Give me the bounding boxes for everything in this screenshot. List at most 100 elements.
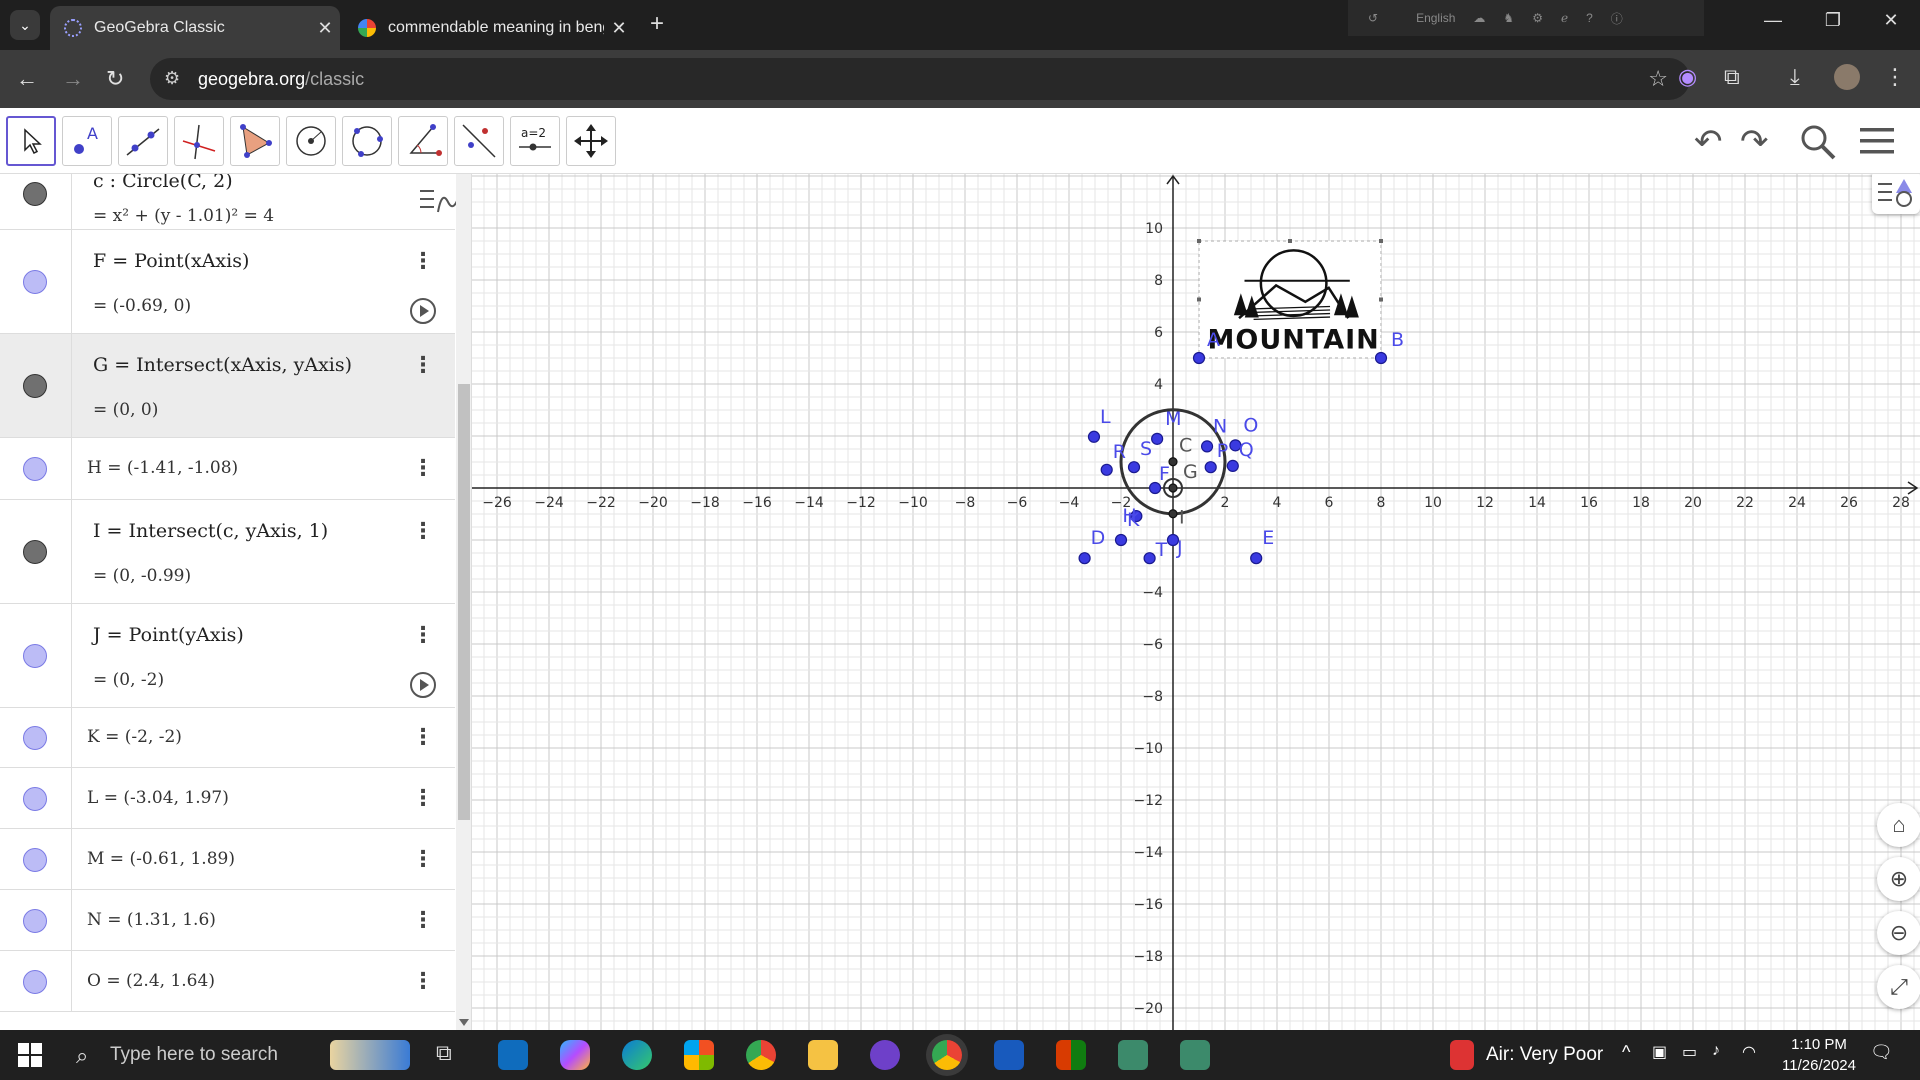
- point-f[interactable]: F: [1148, 463, 1170, 495]
- algebra-row[interactable]: c : Circle(C, 2) = x² + (y - 1.01)² = 4: [0, 174, 455, 230]
- perpendicular-line-tool-button[interactable]: [174, 116, 224, 166]
- home-standard-view-icon[interactable]: ⌂: [1877, 803, 1920, 847]
- more-options-icon[interactable]: ⋮: [412, 846, 434, 872]
- play-animation-icon[interactable]: [410, 298, 436, 324]
- tab-search-chevron-icon[interactable]: ⌄: [10, 10, 40, 40]
- office-app-icon[interactable]: [1056, 1040, 1086, 1070]
- more-options-icon[interactable]: ⋮: [412, 455, 434, 481]
- outlook-app-icon[interactable]: [498, 1040, 528, 1070]
- slider-tool-button[interactable]: a=2: [510, 116, 560, 166]
- download-icon[interactable]: ⤓: [1790, 64, 1800, 90]
- more-options-icon[interactable]: ⋮: [412, 518, 434, 544]
- volume-icon[interactable]: ♪: [1712, 1042, 1720, 1060]
- new-tab-icon[interactable]: +: [650, 10, 664, 38]
- point-i[interactable]: I: [1168, 507, 1185, 529]
- mountain-logo-image[interactable]: MOUNTAIN: [1197, 239, 1383, 359]
- notifications-icon[interactable]: 🗨: [1870, 1042, 1893, 1063]
- line-tool-button[interactable]: [118, 116, 168, 166]
- fullscreen-icon[interactable]: ⤢: [1877, 965, 1920, 1009]
- word-app-icon[interactable]: [994, 1040, 1024, 1070]
- algebra-value[interactable]: N = (1.31, 1.6): [87, 910, 216, 930]
- meet-now-icon[interactable]: ▣: [1652, 1042, 1667, 1062]
- circle-center-point-tool-button[interactable]: [286, 116, 336, 166]
- more-options-icon[interactable]: ⋮: [412, 248, 434, 274]
- visibility-marble-icon[interactable]: [23, 726, 47, 750]
- chrome-active-app-icon[interactable]: [932, 1040, 962, 1070]
- coordinate-plane[interactable]: −26 −24 −22 −20 −18 −16 −14 −12 −10 −8 −6 −4 −2 2 4 6 8 1…: [472, 174, 1920, 1030]
- redo-icon[interactable]: ↷: [1740, 122, 1769, 162]
- url-bar[interactable]: ⚙ geogebra.org/classic ☆: [150, 58, 1690, 100]
- site-settings-icon[interactable]: ⚙: [164, 68, 180, 89]
- reload-icon[interactable]: ↻: [106, 66, 124, 92]
- browser-menu-icon[interactable]: ⋮: [1884, 64, 1906, 90]
- graphics-view[interactable]: −26 −24 −22 −20 −18 −16 −14 −12 −10 −8 −6 −4 −2 2 4 6 8 1…: [472, 174, 1920, 1030]
- visibility-marble-icon[interactable]: [23, 644, 47, 668]
- graphics-style-bar-icon[interactable]: [1872, 174, 1920, 214]
- forward-arrow-icon[interactable]: →: [62, 66, 84, 92]
- visibility-marble-icon[interactable]: [23, 969, 47, 994]
- close-window-icon[interactable]: ✕: [1866, 10, 1916, 31]
- gear-icon[interactable]: ⚙: [1532, 11, 1543, 25]
- chrome-app-icon[interactable]: [746, 1040, 776, 1070]
- visibility-marble-icon[interactable]: [23, 457, 47, 481]
- algebra-scrollbar[interactable]: [456, 174, 471, 1030]
- algebra-row[interactable]: H = (-1.41, -1.08) ⋮: [0, 438, 455, 500]
- cloud-icon[interactable]: ☁: [1473, 11, 1485, 25]
- visibility-marble-icon[interactable]: [23, 847, 47, 872]
- algebra-definition[interactable]: G = Intersect(xAxis, yAxis): [93, 354, 352, 376]
- visibility-marble-icon[interactable]: [23, 270, 47, 294]
- more-options-icon[interactable]: ⋮: [412, 622, 434, 648]
- info-icon[interactable]: ⓘ: [1611, 10, 1623, 27]
- tab-geogebra[interactable]: GeoGebra Classic ✕: [50, 6, 340, 50]
- algebra-value[interactable]: H = (-1.41, -1.08): [87, 458, 238, 478]
- visibility-marble-icon[interactable]: [23, 908, 47, 933]
- algebra-value[interactable]: L = (-3.04, 1.97): [87, 788, 229, 808]
- air-quality-icon[interactable]: [1450, 1040, 1474, 1070]
- tray-chevron-up-icon[interactable]: ^: [1622, 1042, 1630, 1063]
- translate-icon[interactable]: ↺: [1368, 11, 1378, 25]
- play-animation-icon[interactable]: [410, 672, 436, 698]
- algebra-row[interactable]: F = Point(xAxis) = (-0.69, 0) ⋮: [0, 230, 455, 334]
- point-s[interactable]: S: [1127, 438, 1153, 474]
- point-e[interactable]: E: [1250, 527, 1275, 565]
- battery-icon[interactable]: ▭: [1682, 1042, 1697, 1062]
- algebra-value[interactable]: O = (2.4, 1.64): [87, 971, 215, 991]
- visibility-marble-icon[interactable]: [23, 786, 47, 811]
- point-t[interactable]: T: [1143, 539, 1168, 565]
- bookmark-star-icon[interactable]: ☆: [1648, 66, 1668, 92]
- algebra-value[interactable]: M = (-0.61, 1.89): [87, 849, 235, 869]
- algebra-row[interactable]: G = Intersect(xAxis, yAxis) = (0, 0) ⋮: [0, 334, 455, 438]
- polygon-tool-button[interactable]: [230, 116, 280, 166]
- copilot-app-icon[interactable]: [560, 1040, 590, 1070]
- algebra-definition[interactable]: F = Point(xAxis): [93, 250, 249, 272]
- edge-icon[interactable]: ℯ: [1561, 11, 1568, 25]
- main-menu-hamburger-icon[interactable]: [1858, 122, 1898, 171]
- algebra-definition[interactable]: I = Intersect(c, yAxis, 1): [93, 520, 328, 542]
- algebra-value[interactable]: K = (-2, -2): [87, 727, 182, 747]
- visibility-marble-icon[interactable]: [23, 182, 47, 206]
- language-label[interactable]: English: [1416, 11, 1455, 25]
- app-window-icon[interactable]: [1180, 1040, 1210, 1070]
- close-tab-icon[interactable]: ✕: [604, 18, 634, 39]
- algebra-row[interactable]: J = Point(yAxis) = (0, -2) ⋮: [0, 604, 455, 708]
- algebra-row[interactable]: O = (2.4, 1.64) ⋮: [0, 951, 455, 1012]
- wifi-icon[interactable]: ◠: [1742, 1042, 1756, 1062]
- angle-tool-button[interactable]: [398, 116, 448, 166]
- move-tool-button[interactable]: [6, 116, 56, 166]
- weather-status[interactable]: Air: Very Poor: [1486, 1044, 1603, 1066]
- close-tab-icon[interactable]: ✕: [310, 18, 340, 39]
- github-desktop-icon[interactable]: [870, 1040, 900, 1070]
- circle-through-points-tool-button[interactable]: [342, 116, 392, 166]
- visibility-marble-icon[interactable]: [23, 540, 47, 564]
- algebra-row[interactable]: L = (-3.04, 1.97) ⋮: [0, 768, 455, 829]
- rabbit-icon[interactable]: ♞: [1503, 11, 1514, 25]
- algebra-row[interactable]: K = (-2, -2) ⋮: [0, 708, 455, 768]
- point-j[interactable]: J: [1166, 533, 1183, 560]
- algebra-row[interactable]: M = (-0.61, 1.89) ⋮: [0, 829, 455, 890]
- point-d[interactable]: D: [1078, 527, 1105, 565]
- profile-avatar[interactable]: [1834, 64, 1860, 90]
- minimize-icon[interactable]: —: [1748, 10, 1798, 31]
- algebra-definition[interactable]: c : Circle(C, 2): [93, 174, 233, 192]
- back-arrow-icon[interactable]: ←: [16, 66, 38, 92]
- algebra-row[interactable]: I = Intersect(c, yAxis, 1) = (0, -0.99) ⋮: [0, 500, 455, 604]
